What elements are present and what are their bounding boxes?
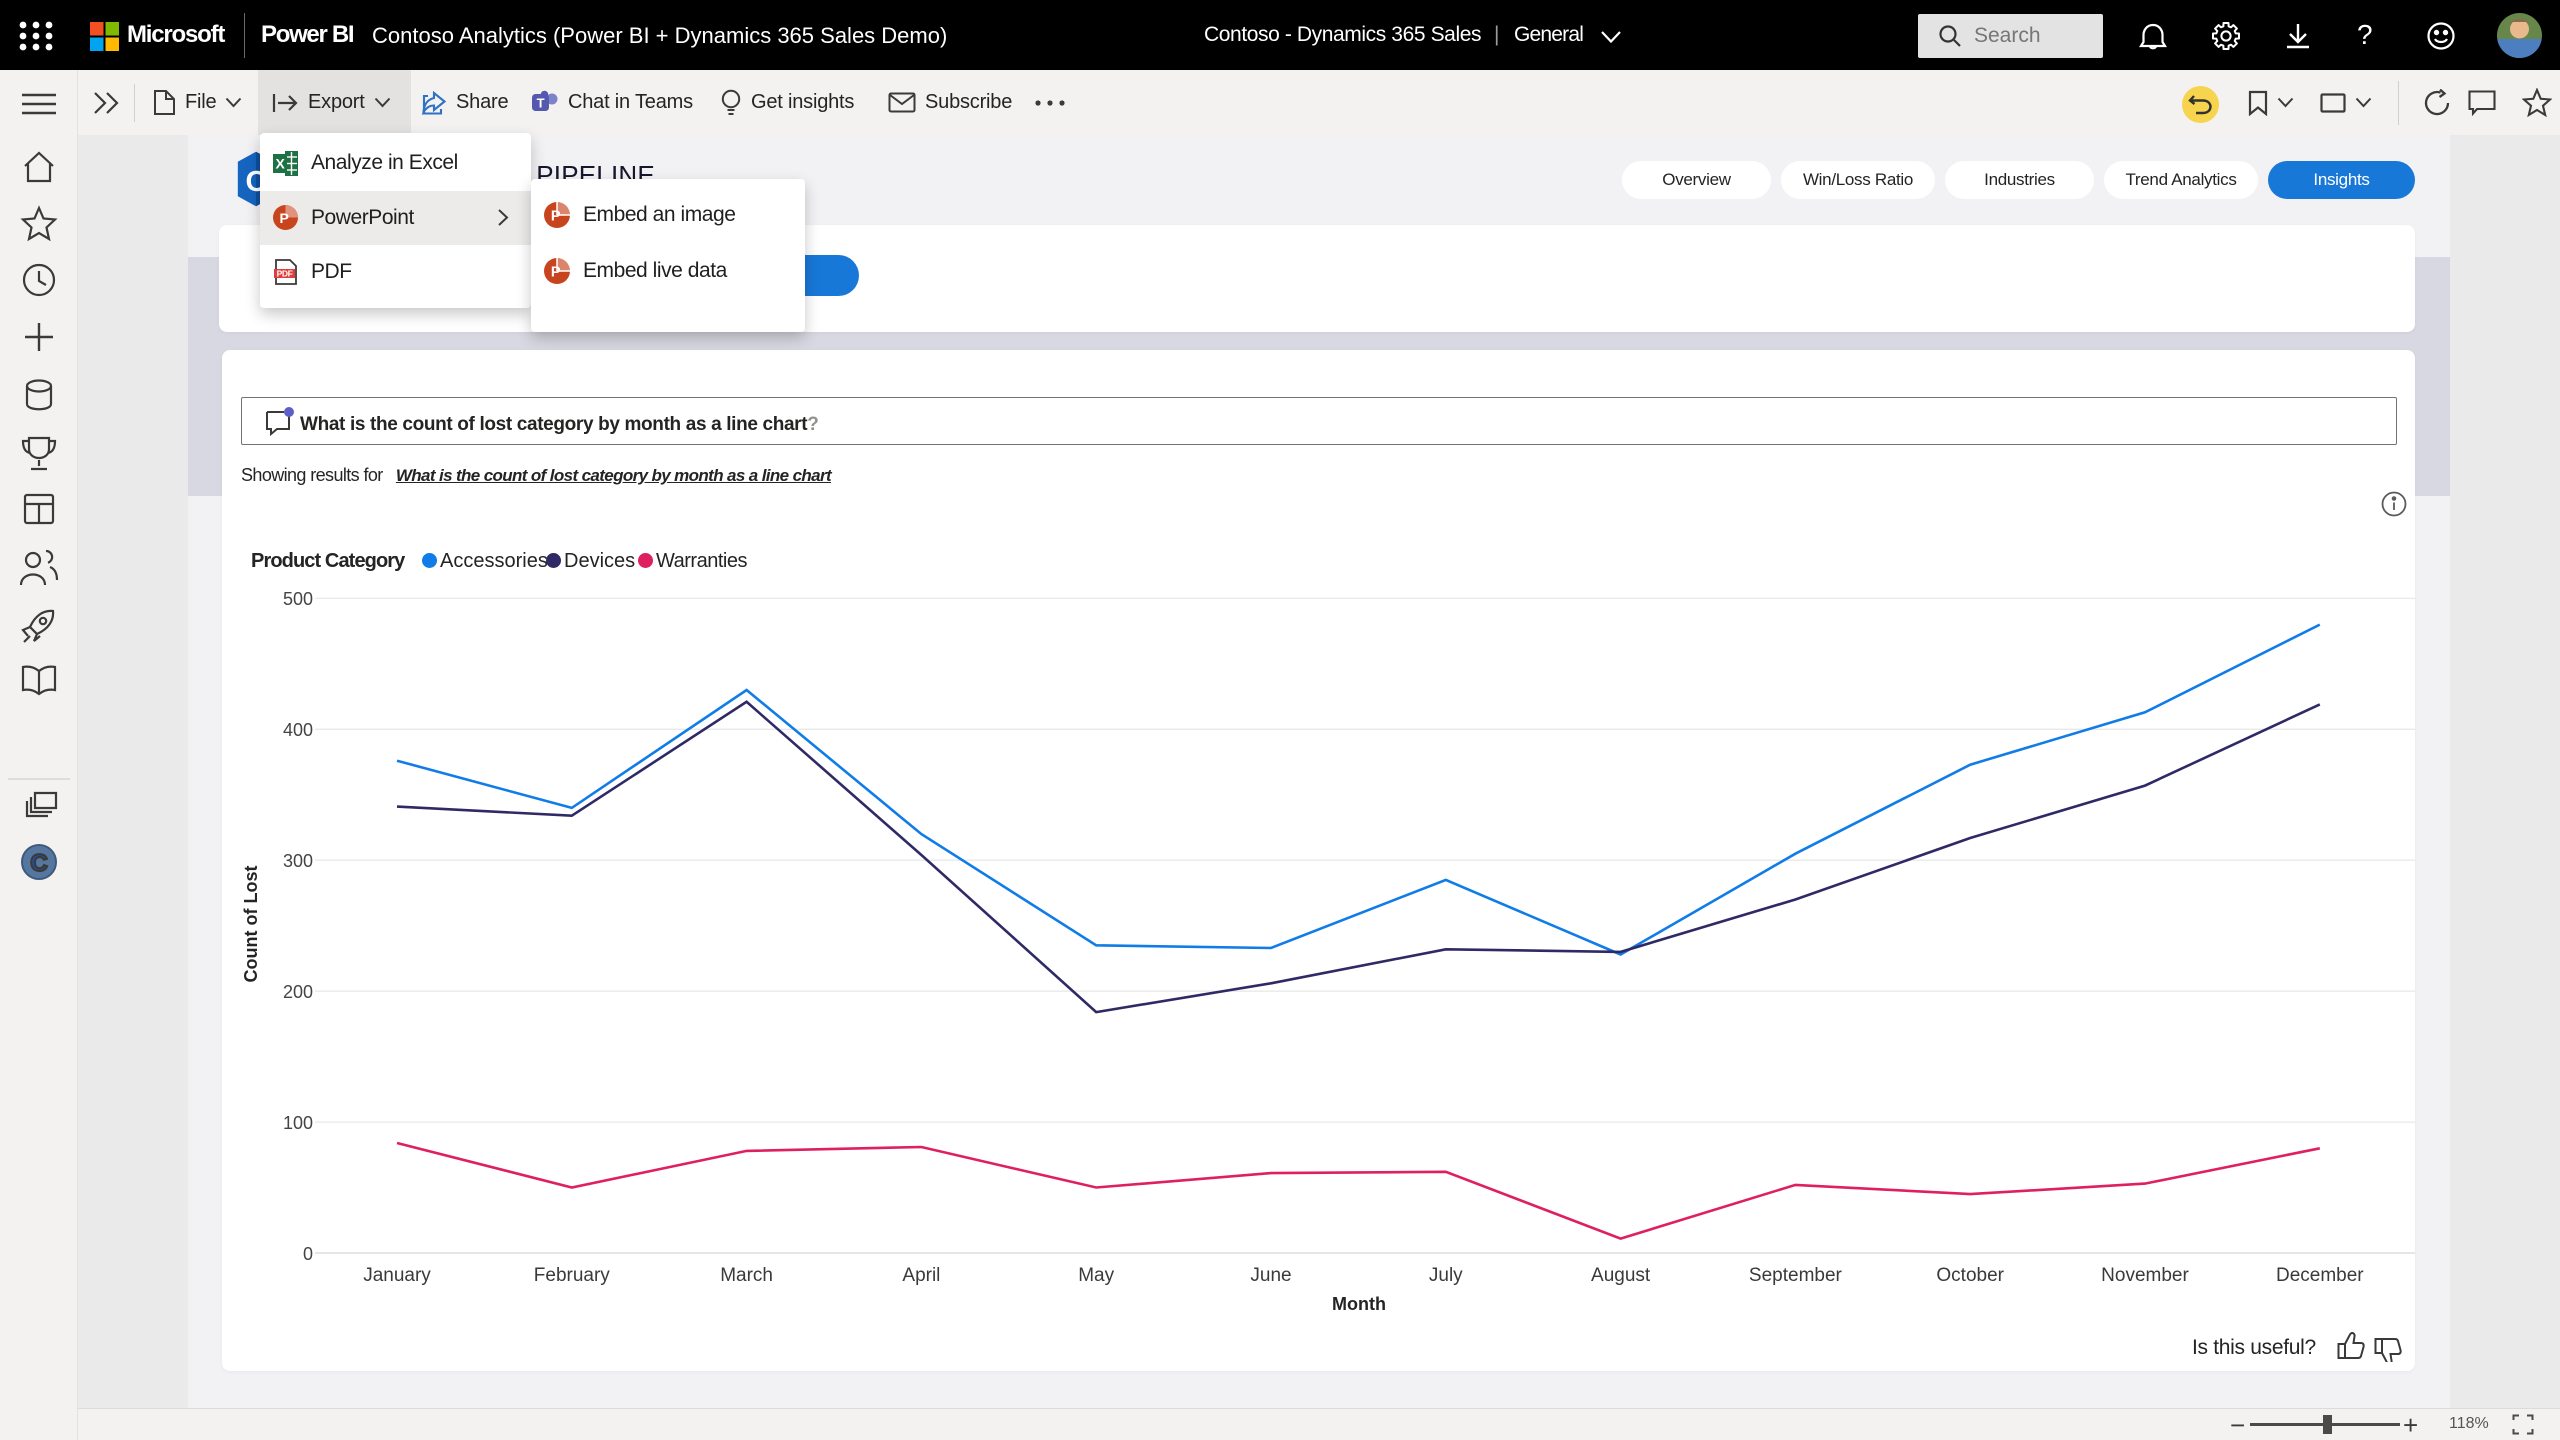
svg-text:C: C — [30, 850, 47, 877]
svg-text:200: 200 — [283, 982, 313, 1002]
svg-text:0: 0 — [303, 1244, 313, 1264]
svg-text:X: X — [276, 155, 286, 171]
svg-text:March: March — [720, 1265, 773, 1286]
svg-text:January: January — [363, 1265, 431, 1286]
svg-text:August: August — [1591, 1265, 1651, 1286]
svg-text:PDF: PDF — [277, 268, 293, 278]
svg-text:July: July — [1429, 1265, 1463, 1286]
svg-text:Month: Month — [1332, 1294, 1386, 1314]
svg-text:November: November — [2101, 1265, 2189, 1286]
svg-text:Count of Lost: Count of Lost — [241, 866, 261, 983]
svg-text:September: September — [1749, 1265, 1843, 1286]
svg-text:T: T — [537, 95, 545, 110]
svg-text:P: P — [551, 265, 561, 281]
svg-text:February: February — [534, 1265, 611, 1286]
svg-text:300: 300 — [283, 851, 313, 871]
svg-text:December: December — [2276, 1265, 2364, 1286]
svg-text:P: P — [280, 210, 289, 226]
svg-text:May: May — [1078, 1265, 1114, 1286]
svg-text:April: April — [902, 1265, 940, 1286]
svg-text:400: 400 — [283, 720, 313, 740]
svg-text:100: 100 — [283, 1113, 313, 1133]
svg-text:500: 500 — [283, 589, 313, 609]
svg-text:P: P — [551, 209, 561, 225]
svg-text:October: October — [1936, 1265, 2004, 1286]
svg-text:June: June — [1250, 1265, 1291, 1286]
